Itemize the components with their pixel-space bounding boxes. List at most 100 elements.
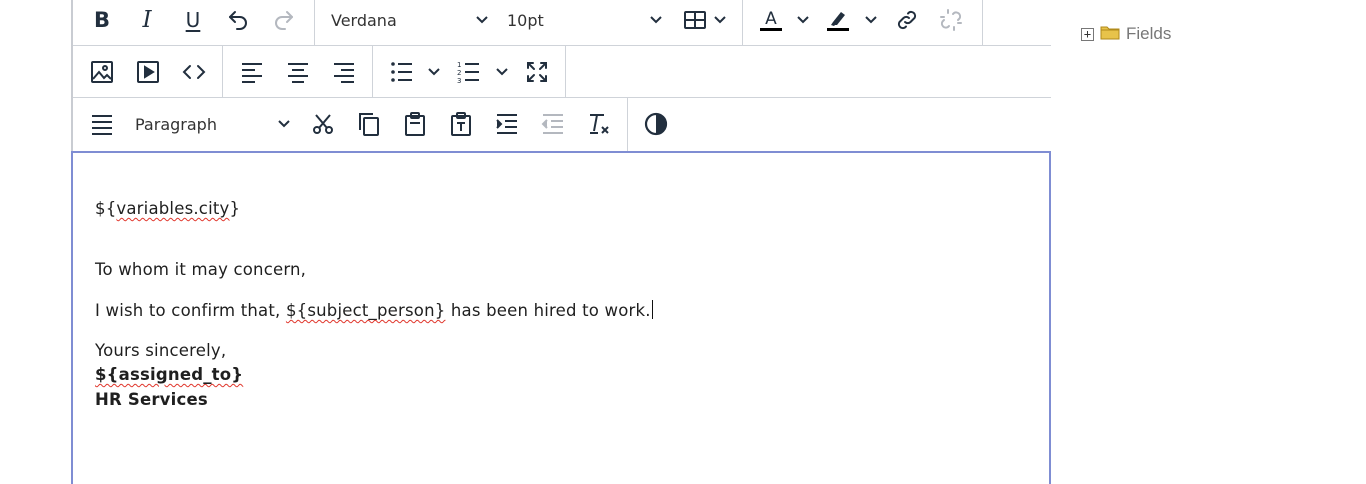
- fields-label: Fields: [1126, 24, 1172, 43]
- media-icon: [137, 61, 159, 83]
- paste-button[interactable]: [397, 106, 433, 142]
- copy-button[interactable]: [351, 106, 387, 142]
- underline-button[interactable]: U: [175, 2, 211, 38]
- svg-text:3: 3: [457, 77, 461, 84]
- text-cursor: [651, 300, 653, 319]
- source-code-button[interactable]: [176, 54, 212, 90]
- block-format-select[interactable]: Paragraph: [135, 106, 291, 142]
- bullet-list-dropdown[interactable]: [427, 54, 441, 90]
- font-family-select[interactable]: Verdana: [331, 2, 489, 38]
- bold-icon: B: [93, 8, 110, 32]
- bullet-list-icon: [391, 62, 412, 82]
- unlink-icon: [940, 9, 962, 31]
- italic-button[interactable]: I: [129, 2, 165, 38]
- toolbar-group-colors-links: A: [743, 0, 983, 45]
- chevron-down-icon: [278, 120, 290, 128]
- toolbar-group-fonts: Verdana 10pt: [315, 0, 743, 45]
- bullet-list-button[interactable]: [384, 54, 420, 90]
- subject-person-variable: ${subject_person}: [285, 301, 446, 320]
- table-button[interactable]: [677, 2, 713, 38]
- svg-text:A: A: [765, 9, 777, 29]
- text-color-dropdown[interactable]: [796, 2, 810, 38]
- toolbar-group-history-format: B I U: [73, 0, 315, 45]
- svg-text:2: 2: [457, 69, 461, 77]
- editor-content-area[interactable]: ${variables.city} To whom it may concern…: [71, 151, 1051, 484]
- indent-icon: [496, 114, 517, 134]
- text-color-button[interactable]: A: [753, 2, 789, 38]
- chevron-down-icon: [496, 68, 508, 76]
- chevron-down-icon: [797, 16, 809, 24]
- font-size-select[interactable]: 10pt: [507, 2, 663, 38]
- underline-icon: U: [185, 8, 201, 32]
- highlight-button[interactable]: [820, 2, 856, 38]
- bold-button[interactable]: B: [84, 2, 120, 38]
- toolbar-row-3: Paragraph: [73, 98, 1051, 152]
- chevron-down-icon: [476, 16, 488, 24]
- italic-icon: I: [142, 7, 152, 33]
- link-icon: [897, 10, 917, 30]
- expand-icon[interactable]: +: [1081, 27, 1094, 41]
- numbered-list-icon: 123: [457, 61, 479, 84]
- align-center-icon: [288, 63, 308, 83]
- unlink-button[interactable]: [933, 2, 969, 38]
- indent-button[interactable]: [489, 106, 525, 142]
- font-family-value: Verdana: [331, 10, 397, 30]
- align-left-button[interactable]: [234, 54, 270, 90]
- align-right-button[interactable]: [326, 54, 362, 90]
- cut-icon: [313, 114, 333, 134]
- body-text-before: I wish to confirm that,: [95, 301, 286, 320]
- undo-button[interactable]: [220, 2, 256, 38]
- department-line: HR Services: [95, 390, 208, 409]
- paste-text-button[interactable]: [443, 106, 479, 142]
- contrast-button[interactable]: [638, 106, 674, 142]
- chevron-down-icon: [714, 16, 726, 24]
- align-right-icon: [334, 63, 354, 83]
- justify-icon: [92, 115, 112, 135]
- city-variable-suffix: }: [229, 199, 241, 218]
- body-text-after: has been hired to work.: [445, 301, 651, 320]
- highlight-icon: [827, 12, 849, 31]
- fields-tree-node[interactable]: + Fields: [1081, 24, 1171, 44]
- toolbar-group-align: [223, 46, 373, 97]
- chevron-down-icon: [865, 16, 877, 24]
- fields-sidebar: + Fields: [1051, 0, 1366, 484]
- folder-icon: [1100, 24, 1120, 44]
- numbered-list-button[interactable]: 123: [451, 54, 487, 90]
- text-color-icon: A: [760, 9, 782, 31]
- image-button[interactable]: [84, 54, 120, 90]
- city-line: ${variables.city}: [95, 199, 240, 218]
- table-icon: [684, 11, 706, 29]
- align-center-button[interactable]: [280, 54, 316, 90]
- chevron-down-icon: [650, 16, 662, 24]
- greeting-line: To whom it may concern,: [95, 260, 307, 279]
- block-format-value: Paragraph: [135, 114, 217, 134]
- contrast-icon: [644, 112, 668, 136]
- highlight-dropdown[interactable]: [864, 2, 878, 38]
- redo-icon: [275, 11, 293, 30]
- copy-icon: [359, 113, 379, 136]
- table-dropdown[interactable]: [713, 2, 727, 38]
- outdent-icon: [541, 114, 563, 134]
- body-line: I wish to confirm that, ${subject_person…: [95, 300, 653, 320]
- paste-icon: [405, 112, 425, 136]
- toolbar-group-insert: [73, 46, 223, 97]
- clear-format-icon: [590, 114, 609, 134]
- outdent-button[interactable]: [535, 106, 571, 142]
- city-variable-prefix: ${: [95, 199, 117, 218]
- clear-format-button[interactable]: [581, 106, 617, 142]
- numbered-list-dropdown[interactable]: [495, 54, 509, 90]
- media-button[interactable]: [130, 54, 166, 90]
- redo-button[interactable]: [266, 2, 302, 38]
- svg-text:1: 1: [457, 61, 461, 69]
- image-icon: [91, 61, 113, 83]
- undo-icon: [229, 11, 247, 30]
- justify-button[interactable]: [84, 106, 120, 142]
- fullscreen-icon: [527, 62, 547, 82]
- font-size-value: 10pt: [507, 10, 544, 30]
- toolbar-row-2: 123: [73, 46, 1051, 98]
- city-variable: variables.city: [116, 199, 230, 218]
- fullscreen-button[interactable]: [519, 54, 555, 90]
- link-button[interactable]: [889, 2, 925, 38]
- cut-button[interactable]: [305, 106, 341, 142]
- assigned-to-variable: ${assigned_to}: [95, 365, 244, 384]
